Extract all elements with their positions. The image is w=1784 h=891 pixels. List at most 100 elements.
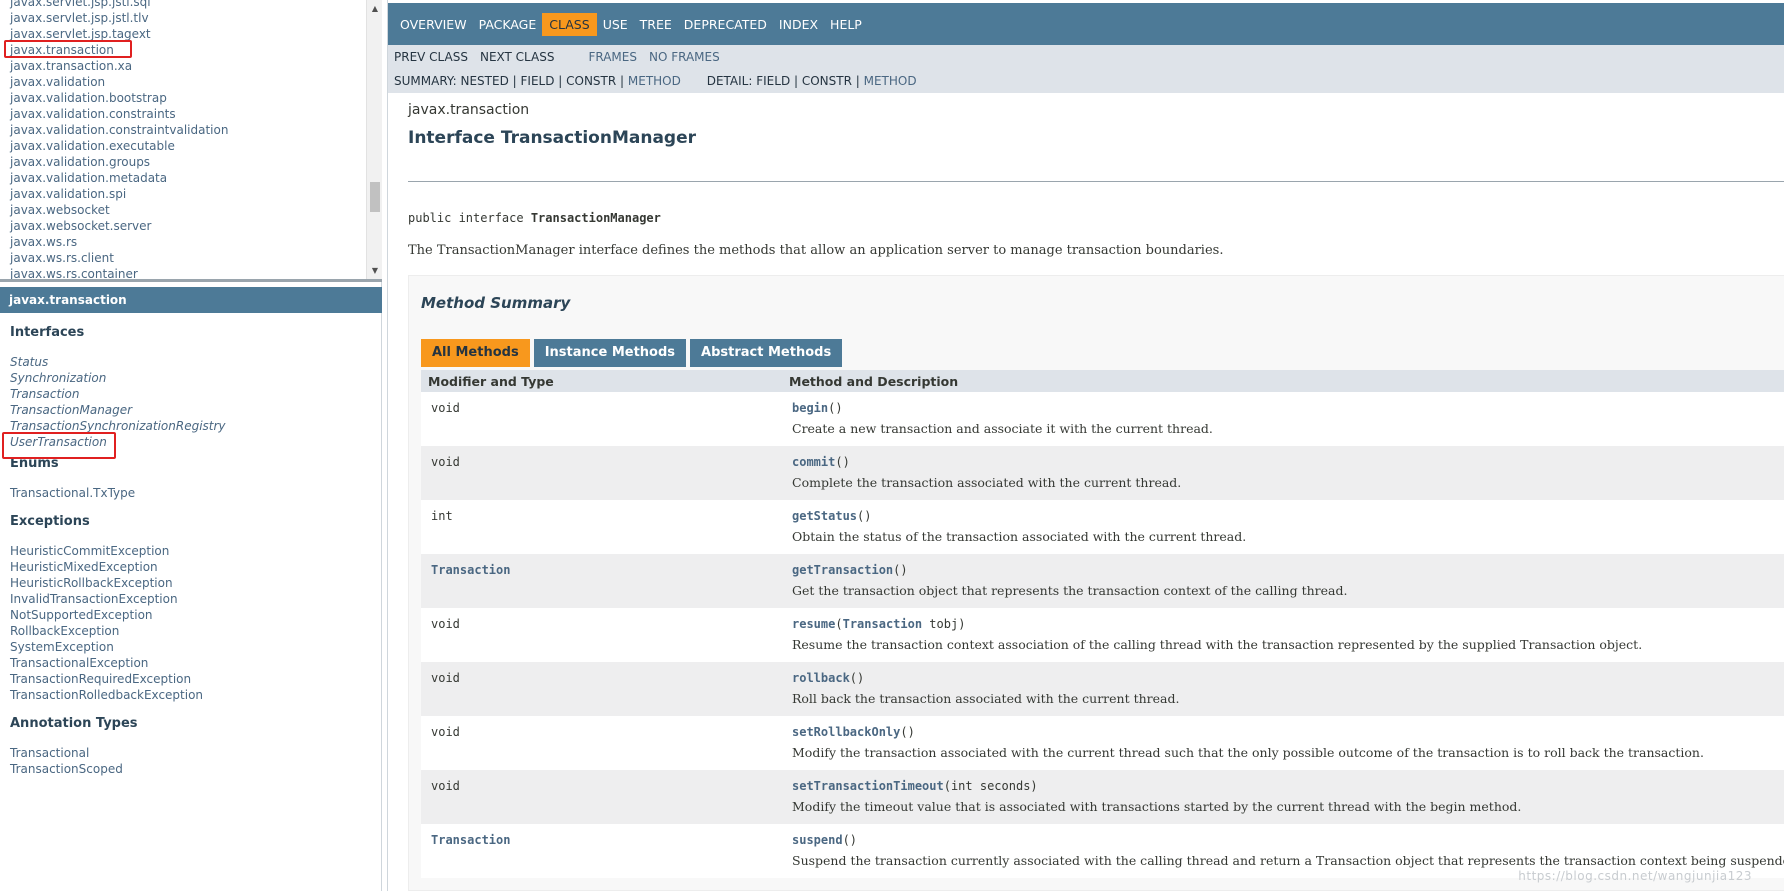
tab-instance-methods[interactable]: Instance Methods xyxy=(533,339,687,367)
no-frames-link[interactable]: No Frames xyxy=(649,50,720,64)
method-description: Get the transaction object that represen… xyxy=(792,583,1348,598)
method-signature: commit() xyxy=(792,455,850,469)
package-link[interactable]: javax.ws.rs xyxy=(10,234,365,250)
package-link[interactable]: javax.validation.groups xyxy=(10,154,365,170)
exception-link[interactable]: SystemException xyxy=(10,639,382,655)
method-name-link[interactable]: suspend xyxy=(792,833,843,847)
modifier-type[interactable]: Transaction xyxy=(431,833,510,847)
top-nav-items: Overview Package Class Use Tree Deprecated Ind… xyxy=(394,13,868,36)
method-summary-section: Method Summary All Methods Instance Metho… xyxy=(408,275,1784,891)
packages-scrollbar[interactable]: ▲ ▼ xyxy=(366,0,382,279)
scroll-thumb[interactable] xyxy=(370,182,380,212)
method-description: Resume the transaction context associati… xyxy=(792,637,1643,652)
method-params: () xyxy=(842,833,858,847)
content-frame: Overview Package Class Use Tree Deprecated Ind… xyxy=(387,0,1784,891)
package-link[interactable]: javax.servlet.jsp.jstl.sql xyxy=(10,0,365,10)
separator: | xyxy=(508,74,521,88)
interface-link[interactable]: TransactionManager xyxy=(10,402,382,418)
nav-deprecated[interactable]: Deprecated xyxy=(678,13,773,36)
exception-link[interactable]: HeuristicCommitException xyxy=(10,543,382,559)
nav-use[interactable]: Use xyxy=(597,13,634,36)
interface-link[interactable]: Transaction xyxy=(10,386,382,402)
class-header: javax.transaction Interface TransactionM… xyxy=(408,102,1784,148)
package-link[interactable]: javax.validation.constraints xyxy=(10,106,365,122)
package-link[interactable]: javax.validation.spi xyxy=(10,186,365,202)
table-row: void begin() Create a new transaction and … xyxy=(421,392,1784,446)
nav-class[interactable]: Class xyxy=(542,13,597,36)
package-link[interactable]: javax.validation.bootstrap xyxy=(10,90,365,106)
exception-link[interactable]: HeuristicRollbackException xyxy=(10,575,382,591)
frames-link[interactable]: Frames xyxy=(588,50,637,64)
page-title: Interface TransactionManager xyxy=(408,128,696,148)
enum-link[interactable]: Transactional.TxType xyxy=(10,485,382,501)
nav-tree[interactable]: Tree xyxy=(634,13,678,36)
package-link[interactable]: javax.validation xyxy=(10,74,365,90)
summary-label: Summary: xyxy=(394,74,457,88)
nav-package[interactable]: Package xyxy=(473,13,543,36)
method-name-link[interactable]: begin xyxy=(792,401,828,415)
tab-abstract-methods[interactable]: Abstract Methods xyxy=(690,339,843,367)
method-description: Modify the transaction associated with t… xyxy=(792,745,1704,760)
package-link[interactable]: javax.websocket.server xyxy=(10,218,365,234)
exceptions-heading: Exceptions xyxy=(10,514,90,529)
exception-link[interactable]: NotSupportedException xyxy=(10,607,382,623)
package-link[interactable]: javax.ws.rs.client xyxy=(10,250,365,266)
method-description: Obtain the status of the transaction ass… xyxy=(792,529,1247,544)
exception-link[interactable]: HeuristicMixedException xyxy=(10,559,382,575)
method-name-link[interactable]: setRollbackOnly xyxy=(792,725,900,739)
exception-link[interactable]: TransactionalException xyxy=(10,655,382,671)
separator: | xyxy=(616,74,628,88)
annotation-link[interactable]: Transactional xyxy=(10,745,382,761)
method-name-link[interactable]: getStatus xyxy=(792,509,857,523)
method-signature: rollback() xyxy=(792,671,864,685)
modifier-type: int xyxy=(431,509,453,523)
package-link[interactable]: javax.transaction.xa xyxy=(10,58,365,74)
next-class-link[interactable]: Next Class xyxy=(480,50,555,64)
detail-field: Field xyxy=(756,74,791,88)
param-type-link[interactable]: Transaction xyxy=(843,617,922,631)
package-title-bar[interactable]: javax.transaction xyxy=(0,287,382,313)
method-name-link[interactable]: setTransactionTimeout xyxy=(792,779,944,793)
table-row: void setRollbackOnly() Modify the transact… xyxy=(421,716,1784,770)
package-link[interactable]: javax.websocket xyxy=(10,202,365,218)
package-link[interactable]: javax.validation.executable xyxy=(10,138,365,154)
exception-link[interactable]: InvalidTransactionException xyxy=(10,591,382,607)
col-method-and-description: Method and Description xyxy=(789,374,959,389)
package-link[interactable]: javax.validation.constraintvalidation xyxy=(10,122,365,138)
summary-field: Field xyxy=(520,74,555,88)
summary-method-link[interactable]: Method xyxy=(628,74,681,88)
scroll-up-icon[interactable]: ▲ xyxy=(367,2,382,16)
tab-all-methods[interactable]: All Methods xyxy=(421,339,530,367)
prev-class-link[interactable]: Prev Class xyxy=(394,50,468,64)
interface-link[interactable]: Status xyxy=(10,354,382,370)
table-row: int getStatus() Obtain the status of the t… xyxy=(421,500,1784,554)
method-description: Complete the transaction associated with… xyxy=(792,475,1182,490)
exception-link[interactable]: TransactionRolledbackException xyxy=(10,687,382,703)
method-name-link[interactable]: rollback xyxy=(792,671,850,685)
divider xyxy=(408,181,1784,182)
exception-link[interactable]: RollbackException xyxy=(10,623,382,639)
nav-index[interactable]: Index xyxy=(773,13,824,36)
scroll-down-icon[interactable]: ▼ xyxy=(367,264,382,278)
method-name-link[interactable]: commit xyxy=(792,455,835,469)
nav-help[interactable]: Help xyxy=(824,13,868,36)
package-link[interactable]: javax.validation.metadata xyxy=(10,170,365,186)
annotation-types-heading: Annotation Types xyxy=(10,716,138,731)
annotation-link[interactable]: TransactionScoped xyxy=(10,761,382,777)
method-name-link[interactable]: getTransaction xyxy=(792,563,893,577)
method-name-link[interactable]: resume xyxy=(792,617,835,631)
interface-link[interactable]: Synchronization xyxy=(10,370,382,386)
modifier-type: void xyxy=(431,401,460,415)
modifier-type[interactable]: Transaction xyxy=(431,563,510,577)
method-signature: begin() xyxy=(792,401,843,415)
package-link[interactable]: javax.servlet.jsp.jstl.tlv xyxy=(10,10,365,26)
method-signature: getStatus() xyxy=(792,509,871,523)
package-link[interactable]: javax.ws.rs.container xyxy=(10,266,365,279)
exception-link[interactable]: TransactionRequiredException xyxy=(10,671,382,687)
method-params: () xyxy=(835,455,850,469)
detail-method-link[interactable]: Method xyxy=(864,74,917,88)
modifier-type: void xyxy=(431,617,460,631)
nav-overview[interactable]: Overview xyxy=(394,13,473,36)
separator: | xyxy=(851,74,864,88)
highlight-box-usertransaction xyxy=(2,432,116,459)
